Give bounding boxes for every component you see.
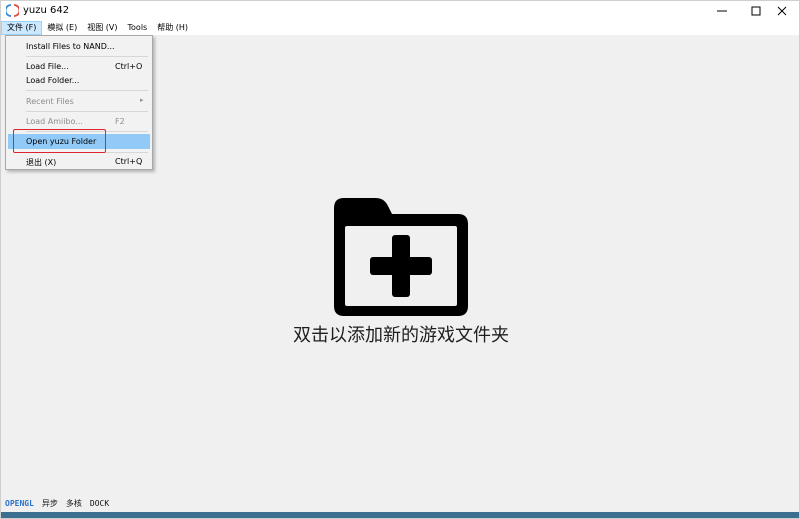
add-game-folder-hint[interactable]: 双击以添加新的游戏文件夹: [201, 321, 601, 347]
chevron-right-icon: ▸: [140, 96, 144, 104]
menu-item-recent-files[interactable]: Recent Files ▸: [8, 94, 150, 109]
maximize-icon: [751, 6, 761, 16]
status-bar: OPENGL 异步 多核 DOCK: [1, 495, 799, 511]
menu-item-load-file[interactable]: Load File... Ctrl+O: [8, 59, 150, 74]
menu-item-shortcut: Ctrl+O: [115, 62, 143, 71]
close-icon: [777, 6, 787, 16]
multicore-status[interactable]: 多核: [66, 498, 82, 509]
menu-item-label: Install Files to NAND...: [26, 42, 115, 51]
menu-view[interactable]: 视图 (V): [82, 21, 122, 35]
menu-item-label: Recent Files: [26, 97, 74, 106]
menu-file[interactable]: 文件 (F): [1, 21, 43, 35]
menu-item-install-nand[interactable]: Install Files to NAND...: [8, 39, 150, 54]
menu-item-shortcut: F2: [115, 117, 125, 126]
menu-separator: [26, 111, 148, 112]
menu-tools[interactable]: Tools: [123, 21, 153, 35]
menu-item-label: Load File...: [26, 62, 69, 71]
title-bar: yuzu 642: [1, 1, 799, 21]
annotation-highlight-box: [13, 129, 106, 153]
window-title: yuzu 642: [23, 5, 70, 16]
menu-item-exit[interactable]: 退出 (X) Ctrl+Q: [8, 154, 150, 169]
menu-help[interactable]: 帮助 (H): [152, 21, 193, 35]
minimize-button[interactable]: [705, 1, 739, 21]
renderer-status[interactable]: OPENGL: [5, 499, 34, 508]
menu-item-label: 退出 (X): [26, 158, 57, 167]
yuzu-logo-icon: [6, 4, 19, 17]
menu-separator: [26, 90, 148, 91]
dock-status[interactable]: DOCK: [90, 499, 109, 508]
menu-bar: 文件 (F) 模拟 (E) 视图 (V) Tools 帮助 (H): [1, 21, 799, 35]
main-window: yuzu 642 文件 (F) 模拟 (E) 视图 (V) Tools 帮助 (…: [0, 0, 800, 519]
menu-item-load-folder[interactable]: Load Folder...: [8, 73, 150, 88]
menu-separator: [26, 56, 148, 57]
menu-item-load-amiibo[interactable]: Load Amiibo... F2: [8, 114, 150, 129]
menu-item-label: Load Folder...: [26, 76, 80, 85]
close-button[interactable]: [765, 1, 799, 21]
menu-emulation[interactable]: 模拟 (E): [42, 21, 82, 35]
menu-item-label: Load Amiibo...: [26, 117, 83, 126]
bottom-border-strip: [1, 512, 799, 518]
minimize-icon: [717, 10, 727, 12]
add-folder-icon[interactable]: [334, 198, 468, 316]
async-status[interactable]: 异步: [42, 498, 58, 509]
menu-item-shortcut: Ctrl+Q: [115, 157, 143, 166]
